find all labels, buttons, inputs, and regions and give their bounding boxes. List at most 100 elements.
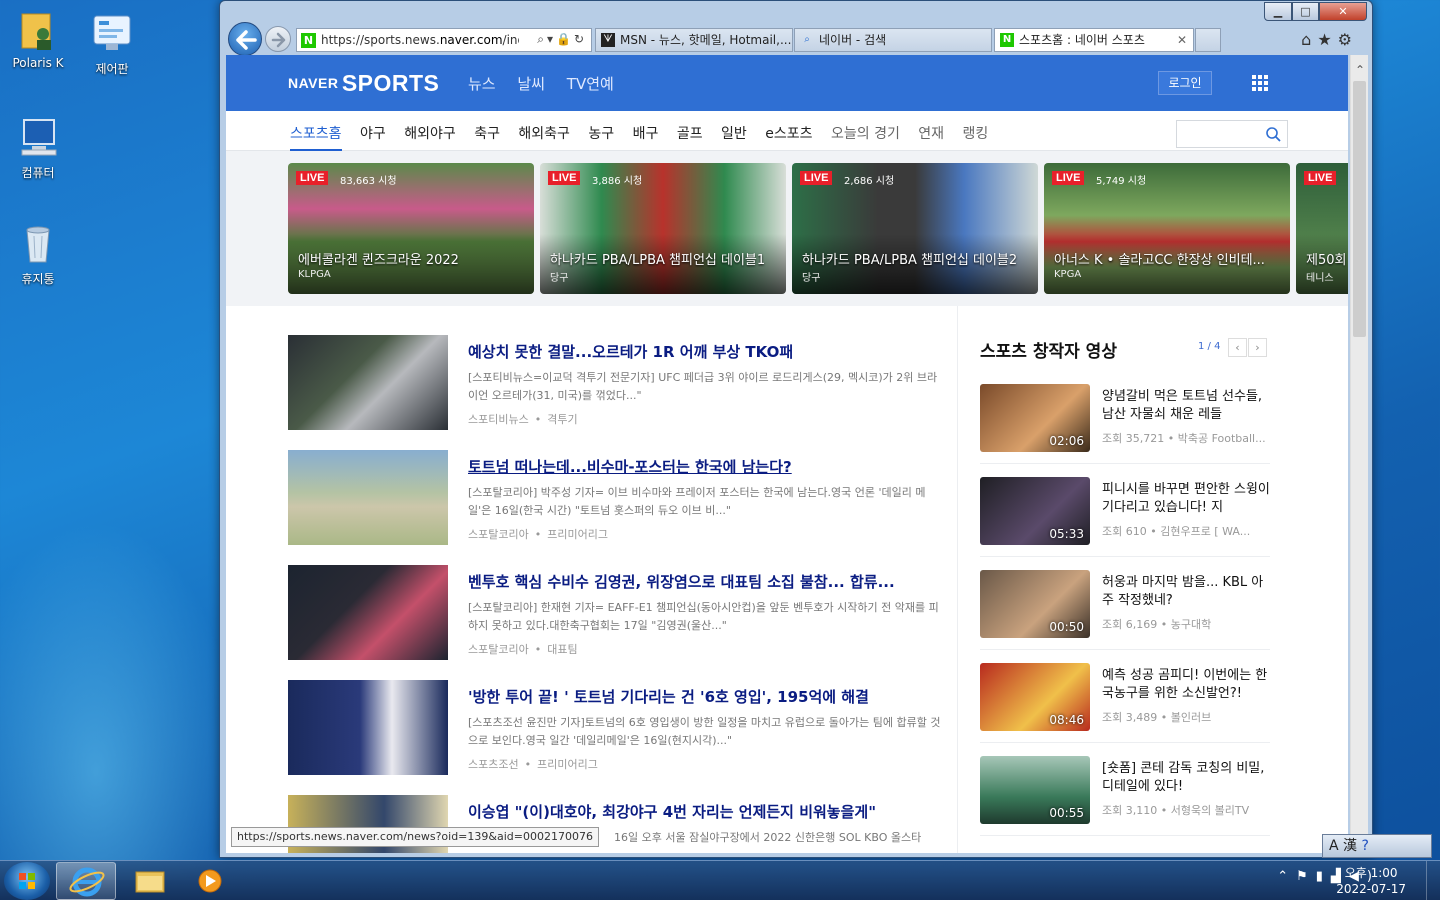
taskbar-explorer-button[interactable] [120, 862, 180, 900]
news-headline[interactable]: 이승엽 "(이)대호야, 최강야구 4번 자리는 언제든지 비워놓을게" [468, 801, 944, 822]
nav-esports[interactable]: e스포츠 [765, 126, 812, 142]
video-item[interactable]: 02:06 양념갈비 먹은 토트넘 선수들, 남산 자물쇠 채운 레들 조회 3… [980, 384, 1270, 454]
nav-basketball[interactable]: 농구 [588, 126, 614, 142]
live-card[interactable]: LIVE 제50회 테니스 [1296, 163, 1348, 294]
new-tab-button[interactable] [1195, 28, 1221, 52]
video-thumbnail[interactable]: 08:46 [980, 663, 1090, 731]
start-button[interactable] [4, 862, 50, 900]
video-title[interactable]: 피니시를 바꾸면 편안한 스윙이 기다리고 있습니다! 지 [1102, 481, 1272, 517]
nav-todays-games[interactable]: 오늘의 경기 [831, 126, 900, 142]
video-item[interactable]: 00:55 [숏폼] 콘테 감독 코칭의 비밀, 디테일에 있다! 조회 3,1… [980, 756, 1270, 826]
header-nav-tv[interactable]: TV연예 [567, 75, 614, 93]
nav-overseas-baseball[interactable]: 해외야구 [404, 126, 456, 142]
news-thumbnail[interactable] [288, 450, 448, 545]
address-url[interactable]: https://sports.news.naver.com/index [321, 33, 519, 47]
minimize-button[interactable]: ▁ [1264, 2, 1292, 21]
news-meta: 스포티비뉴스 • 격투기 [468, 411, 578, 427]
live-card[interactable]: LIVE 2,686 시청 하나카드 PBA/LPBA 챔피언십 데이블2 당구 [792, 163, 1038, 294]
back-button[interactable] [228, 22, 262, 56]
tray-expand-icon[interactable]: ⌃ [1277, 869, 1296, 884]
video-title[interactable]: 예측 성공 곰피디! 이번에는 한국농구를 위한 소신발언?! [1102, 667, 1272, 703]
tab-msn[interactable]: ᗐ MSN - 뉴스, 핫메일, Hotmail,... [595, 28, 793, 52]
video-item[interactable]: 05:33 피니시를 바꾸면 편안한 스윙이 기다리고 있습니다! 지 조회 6… [980, 477, 1270, 547]
lock-icon[interactable]: 🔒 [556, 32, 574, 46]
search-icon[interactable]: ⌕ [537, 32, 547, 46]
video-title[interactable]: 양념갈비 먹은 토트넘 선수들, 남산 자물쇠 채운 레들 [1102, 388, 1272, 424]
vertical-scrollbar[interactable]: ⌃ ⌄ [1350, 55, 1368, 853]
meta-separator: • [524, 758, 532, 771]
login-button[interactable]: 로그인 [1158, 71, 1212, 95]
live-title: 하나카드 PBA/LPBA 챔피언십 데이블2 [802, 253, 1018, 268]
nav-sports-home[interactable]: 스포츠홈 [290, 126, 342, 151]
nav-baseball[interactable]: 야구 [360, 126, 386, 142]
video-thumbnail[interactable]: 00:55 [980, 756, 1090, 824]
news-thumbnail[interactable] [288, 680, 448, 775]
show-desktop-button[interactable] [1426, 861, 1440, 900]
news-headline[interactable]: 예상치 못한 결말...오르테가 1R 어깨 부상 TKO패 [468, 341, 944, 362]
nav-ranking[interactable]: 랭킹 [963, 126, 989, 142]
nav-series[interactable]: 연재 [918, 126, 944, 142]
tab-naver-sports[interactable]: N 스포츠홈 : 네이버 스포츠 ✕ [994, 28, 1194, 52]
video-title[interactable]: [숏폼] 콘테 감독 코칭의 비밀, 디테일에 있다! [1102, 760, 1272, 796]
maximize-button[interactable]: □ [1292, 2, 1319, 21]
search-input[interactable] [1176, 120, 1288, 148]
sidebar-pager: 1 / 4 [1198, 341, 1221, 352]
desktop-icon-recycle-bin[interactable]: 휴지통 [0, 222, 76, 287]
live-views: 5,749 시청 [1096, 176, 1147, 187]
news-item[interactable]: 토트넘 떠나는데...비수마-포스터는 한국에 남는다? [스포탈코리아] 박주… [288, 450, 948, 546]
news-item[interactable]: 벤투호 핵심 수비수 김영권, 위장염으로 대표팀 소집 불참... 합류...… [288, 565, 948, 661]
taskbar-ie-button[interactable] [56, 862, 116, 900]
video-thumbnail[interactable]: 00:50 [980, 570, 1090, 638]
video-item[interactable]: 00:50 허웅과 마지막 밤을... KBL 아주 작정했네? 조회 6,16… [980, 570, 1270, 640]
prev-page-button[interactable]: ‹ [1228, 338, 1247, 357]
news-item[interactable]: 예상치 못한 결말...오르테가 1R 어깨 부상 TKO패 [스포티비뉴스=이… [288, 335, 948, 431]
news-thumbnail[interactable] [288, 565, 448, 660]
clock[interactable]: 오후 1:00 2022-07-17 [1336, 865, 1406, 897]
news-headline[interactable]: 토트넘 떠나는데...비수마-포스터는 한국에 남는다? [468, 456, 944, 477]
news-headline[interactable]: 벤투호 핵심 수비수 김영권, 위장염으로 대표팀 소집 불참... 합류... [468, 571, 944, 592]
video-item[interactable]: 08:46 예측 성공 곰피디! 이번에는 한국농구를 위한 소신발언?! 조회… [980, 663, 1270, 733]
refresh-icon[interactable]: ↻ [574, 32, 587, 46]
ime-indicator[interactable]: A 漢 ? [1322, 834, 1432, 858]
msn-favicon-icon: ᗐ [601, 33, 615, 47]
news-item[interactable]: '방한 투어 끝! ' 토트넘 기다리는 건 '6호 영입', 195억에 해결… [288, 680, 948, 776]
home-icon[interactable]: ⌂ [1301, 30, 1317, 49]
settings-gear-icon[interactable]: ⚙ [1338, 30, 1358, 49]
address-bar[interactable]: N https://sports.news.naver.com/index ⌕▾… [296, 28, 592, 52]
forward-button[interactable] [265, 26, 291, 52]
dropdown-icon[interactable]: ▾ [547, 32, 556, 46]
close-tab-icon[interactable]: ✕ [1177, 29, 1187, 51]
flag-icon[interactable]: ⚑ [1296, 869, 1316, 884]
video-thumbnail[interactable]: 05:33 [980, 477, 1090, 545]
desktop-icon-computer[interactable]: 컴퓨터 [0, 116, 76, 181]
taskbar-media-player-button[interactable] [180, 862, 240, 900]
header-nav-news[interactable]: 뉴스 [468, 75, 496, 93]
desktop-icon-polaris[interactable]: Polaris K [0, 8, 76, 70]
live-card[interactable]: LIVE 83,663 시청 에버콜라겐 퀸즈크라운 2022 KLPGA [288, 163, 534, 294]
news-headline[interactable]: '방한 투어 끝! ' 토트넘 기다리는 건 '6호 영입', 195억에 해결 [468, 686, 944, 707]
apps-grid-icon[interactable] [1252, 75, 1268, 91]
desktop-icon-label: 컴퓨터 [21, 166, 55, 180]
desktop-icon-control-panel[interactable]: 제어판 [74, 12, 150, 77]
next-page-button[interactable]: › [1248, 338, 1267, 357]
video-thumbnail[interactable]: 02:06 [980, 384, 1090, 452]
close-window-button[interactable]: ✕ [1319, 2, 1367, 21]
news-thumbnail[interactable] [288, 335, 448, 430]
live-card[interactable]: LIVE 5,749 시청 아너스 K • 솔라고CC 한장상 인비테... K… [1044, 163, 1290, 294]
search-icon[interactable] [1265, 126, 1281, 142]
nav-golf[interactable]: 골프 [677, 126, 703, 142]
nav-overseas-soccer[interactable]: 해외축구 [518, 126, 570, 142]
naver-sports-logo[interactable]: NAVER SPORTS [288, 70, 439, 97]
nav-soccer[interactable]: 축구 [474, 126, 500, 142]
scroll-thumb[interactable] [1353, 81, 1366, 337]
tab-naver-search[interactable]: ⌕ 네이버 - 검색 [794, 28, 992, 52]
scroll-up-icon[interactable]: ⌃ [1351, 61, 1369, 79]
battery-icon[interactable]: ▮ [1316, 869, 1331, 884]
nav-general[interactable]: 일반 [721, 126, 747, 142]
nav-volleyball[interactable]: 배구 [633, 126, 659, 142]
help-icon[interactable]: ? [1361, 838, 1368, 854]
live-card[interactable]: LIVE 3,886 시청 하나카드 PBA/LPBA 챔피언십 데이블1 당구 [540, 163, 786, 294]
video-title[interactable]: 허웅과 마지막 밤을... KBL 아주 작정했네? [1102, 574, 1272, 610]
header-nav-weather[interactable]: 날씨 [517, 75, 545, 93]
favorites-star-icon[interactable]: ★ [1317, 30, 1337, 49]
